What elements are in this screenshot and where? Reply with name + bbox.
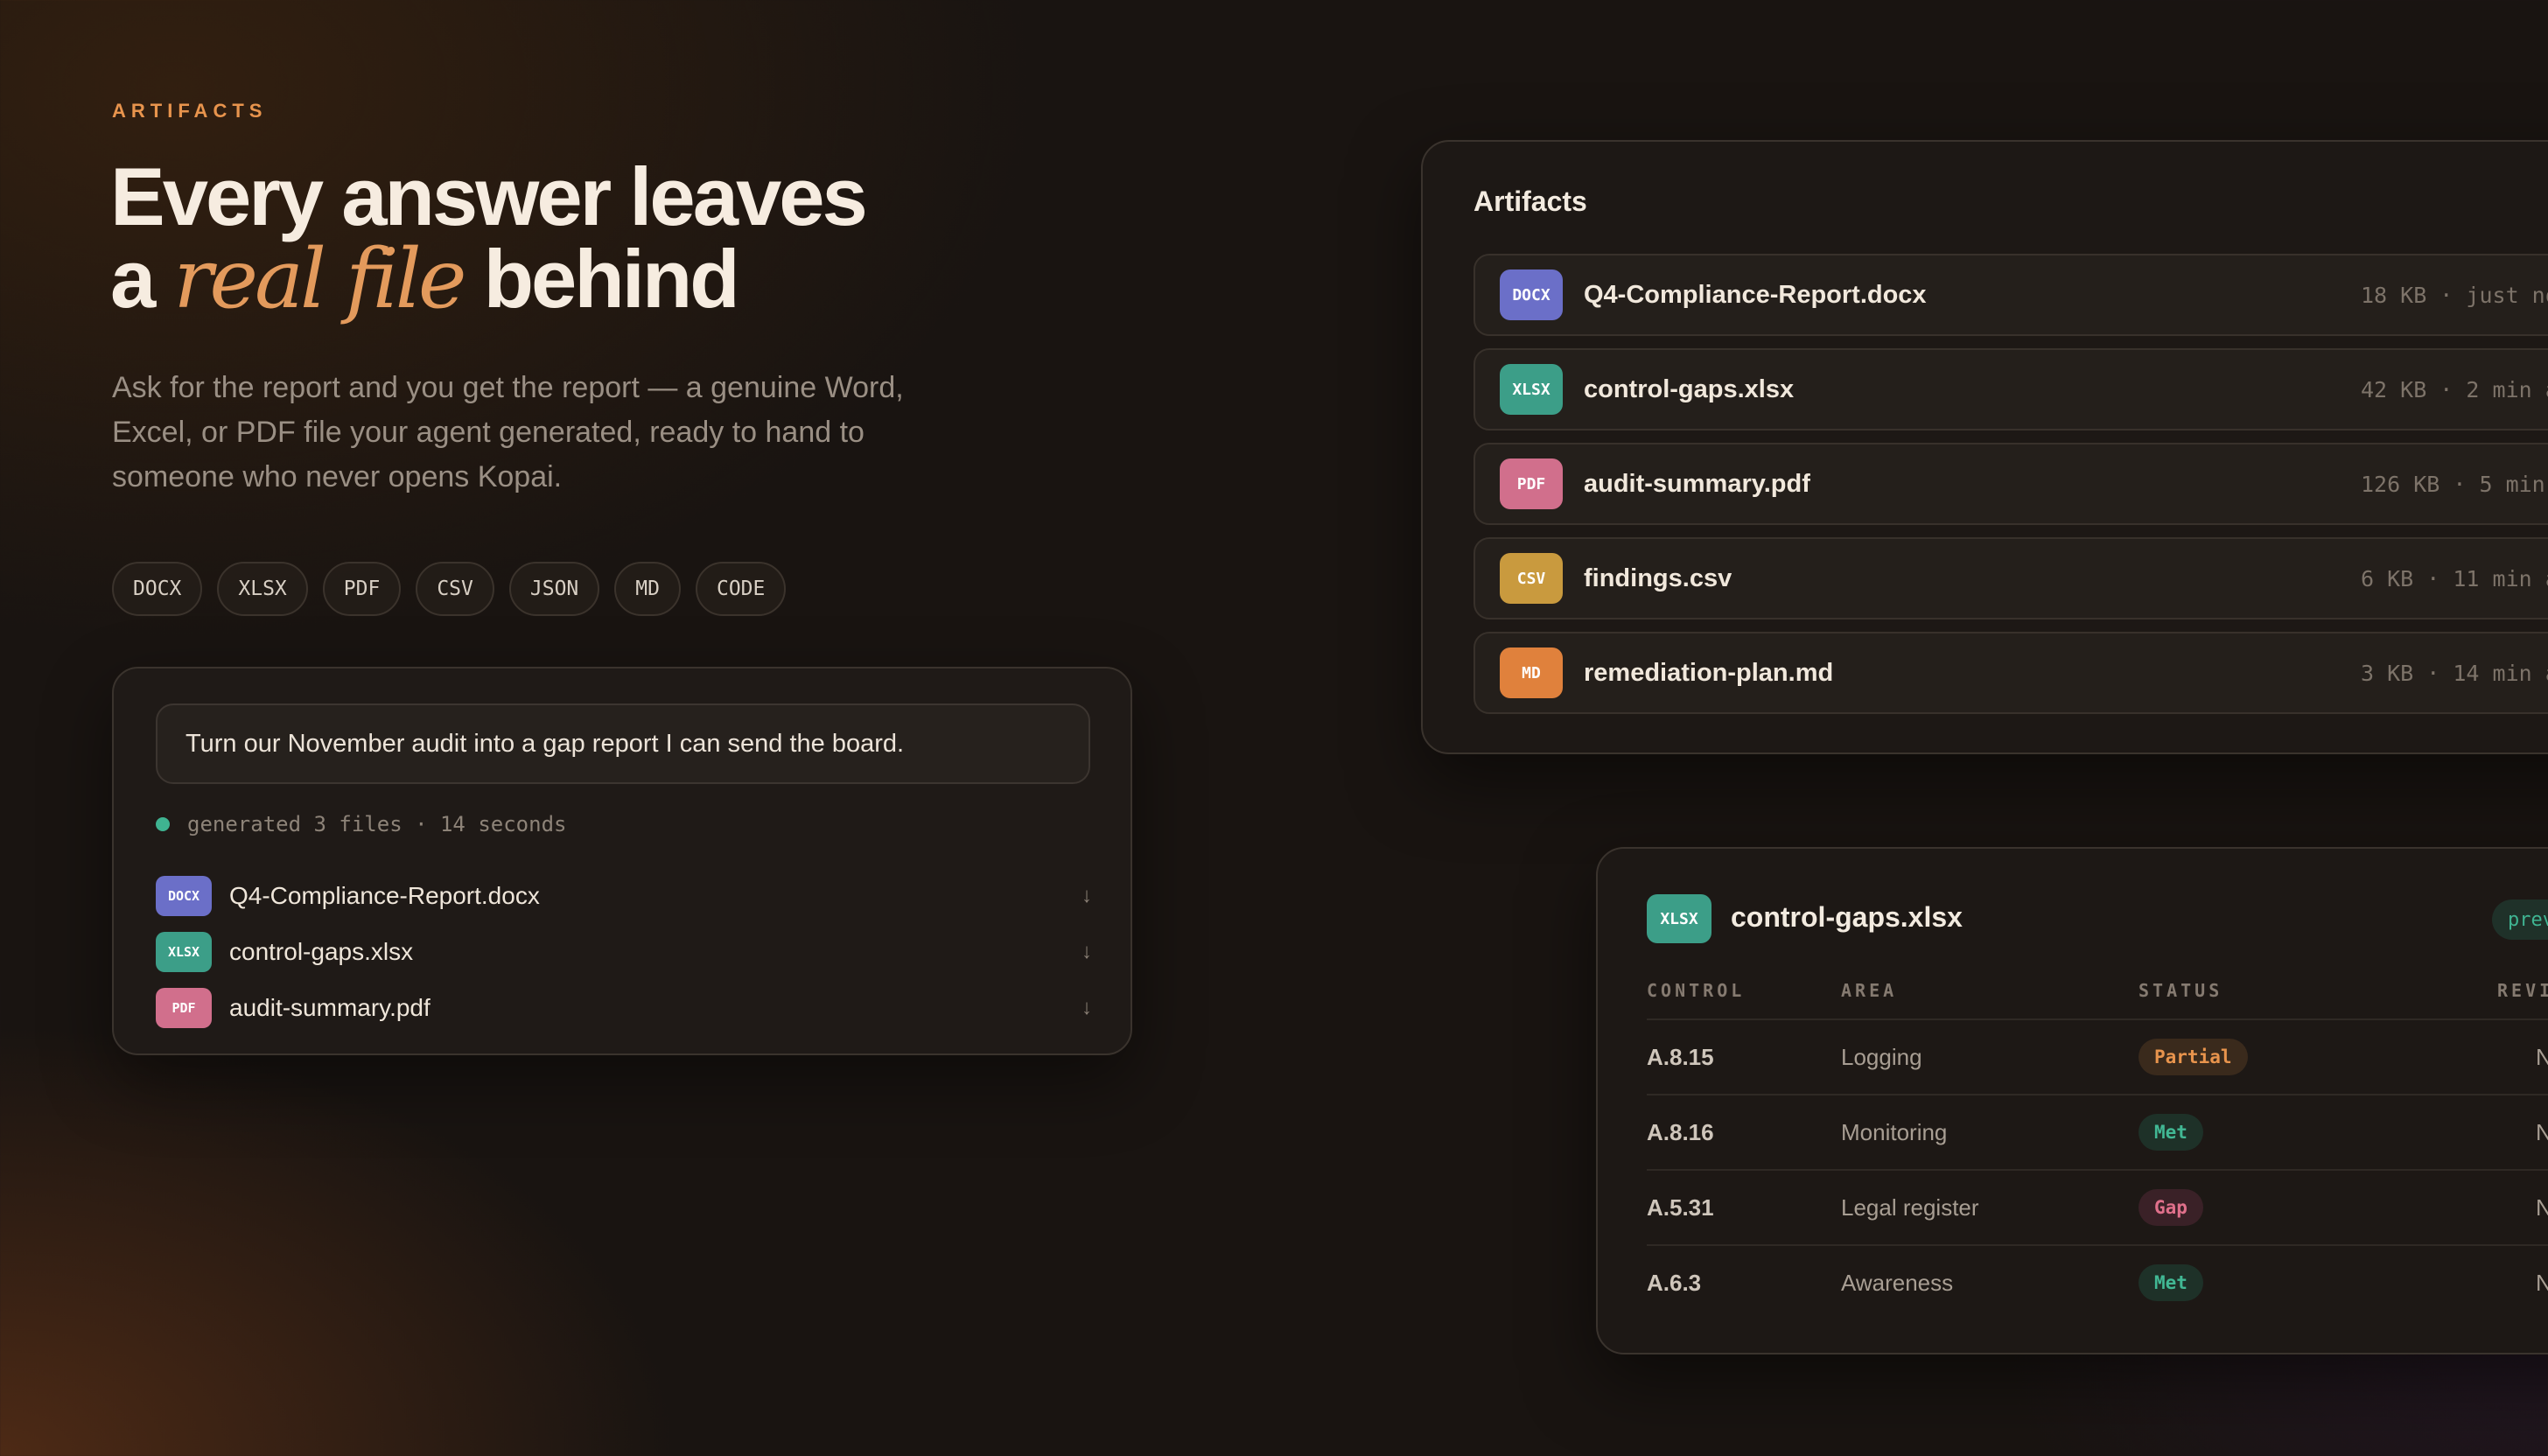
- xlsx-file-icon: XLSX: [1647, 894, 1712, 943]
- status-cell: Met: [2138, 1096, 2203, 1169]
- xlsx-file-icon: XLSX: [1500, 364, 1563, 415]
- artifact-row[interactable]: PDF audit-summary.pdf 126 KB · 5 min ag: [1474, 443, 2548, 525]
- chat-prompt-bubble: Turn our November audit into a gap repor…: [156, 704, 1090, 784]
- artifact-row[interactable]: CSV findings.csv 6 KB · 11 min ag: [1474, 537, 2548, 620]
- artifact-name: control-gaps.xlsx: [1584, 374, 1795, 403]
- spreadsheet-preview-card: XLSX control-gaps.xlsx prev CONTROL AREA…: [1596, 847, 2548, 1354]
- download-icon[interactable]: ↓: [1066, 996, 1092, 1020]
- format-chip-csv[interactable]: CSV: [416, 562, 494, 616]
- pdf-file-icon: PDF: [1500, 458, 1563, 509]
- download-icon[interactable]: ↓: [1066, 884, 1092, 908]
- preview-table-body: A.8.15 Logging Partial N A.8.16 Monitori…: [1647, 1018, 2548, 1320]
- lede-paragraph: Ask for the report and you get the repor…: [112, 371, 904, 494]
- review-cell: N: [2536, 1171, 2548, 1244]
- table-row[interactable]: A.6.3 Awareness Met N: [1647, 1244, 2548, 1320]
- status-dot-icon: [156, 817, 170, 831]
- file-name: audit-summary.pdf: [229, 994, 430, 1021]
- artifact-row[interactable]: MD remediation-plan.md 3 KB · 14 min ag: [1474, 632, 2548, 714]
- list-item[interactable]: XLSX control-gaps.xlsx ↓: [156, 924, 1092, 980]
- control-cell: A.8.15: [1647, 1043, 1714, 1070]
- headline-accent: real file: [173, 232, 466, 327]
- csv-file-icon: CSV: [1500, 553, 1563, 604]
- artifact-meta: 3 KB · 14 min ag: [2361, 660, 2548, 686]
- artifacts-list: DOCX Q4-Compliance-Report.docx 18 KB · j…: [1474, 254, 2548, 726]
- format-chip-xlsx[interactable]: XLSX: [217, 562, 308, 616]
- eyebrow-label: ARTIFACTS: [112, 100, 268, 122]
- docx-file-icon: DOCX: [156, 876, 212, 916]
- generated-file-list: DOCX Q4-Compliance-Report.docx ↓ XLSX co…: [156, 868, 1092, 1036]
- format-chip-pdf[interactable]: PDF: [322, 562, 402, 616]
- headline-end: behind: [483, 233, 740, 325]
- status-badge: Met: [2138, 1264, 2203, 1301]
- artifact-row[interactable]: DOCX Q4-Compliance-Report.docx 18 KB · j…: [1474, 254, 2548, 336]
- column-header-area: AREA: [1841, 980, 1898, 1001]
- review-cell: N: [2536, 1096, 2548, 1169]
- column-header-review: REVI: [2497, 980, 2548, 1001]
- review-cell: N: [2536, 1246, 2548, 1320]
- area-cell: Logging: [1841, 1043, 1922, 1070]
- generation-status: generated 3 files · 14 seconds: [156, 812, 566, 836]
- table-row[interactable]: A.8.16 Monitoring Met N: [1647, 1094, 2548, 1169]
- page-headline: Every answer leaves a real file behind: [110, 156, 868, 321]
- list-item[interactable]: PDF audit-summary.pdf ↓: [156, 980, 1092, 1036]
- artifact-name: findings.csv: [1584, 564, 1732, 592]
- artifact-row[interactable]: XLSX control-gaps.xlsx 42 KB · 2 min ag: [1474, 348, 2548, 430]
- area-cell: Monitoring: [1841, 1118, 1948, 1145]
- headline-a: a: [110, 233, 156, 325]
- artifact-meta: 18 KB · just no: [2361, 282, 2548, 308]
- artifact-meta: 6 KB · 11 min ag: [2361, 565, 2548, 592]
- artifact-name: audit-summary.pdf: [1584, 469, 1810, 498]
- status-cell: Gap: [2138, 1171, 2203, 1244]
- artifact-name: remediation-plan.md: [1584, 658, 1834, 687]
- chat-card: Turn our November audit into a gap repor…: [112, 667, 1132, 1055]
- xlsx-file-icon: XLSX: [156, 932, 212, 972]
- file-name: Q4-Compliance-Report.docx: [229, 882, 540, 909]
- status-cell: Partial: [2138, 1020, 2248, 1094]
- artifact-meta: 126 KB · 5 min ag: [2361, 471, 2548, 497]
- pdf-file-icon: PDF: [156, 988, 212, 1028]
- area-cell: Awareness: [1841, 1269, 1954, 1296]
- list-item[interactable]: DOCX Q4-Compliance-Report.docx ↓: [156, 868, 1092, 924]
- review-cell: N: [2536, 1020, 2548, 1094]
- artifact-meta: 42 KB · 2 min ag: [2361, 376, 2548, 402]
- column-header-control: CONTROL: [1647, 980, 1746, 1001]
- format-chip-docx[interactable]: DOCX: [112, 562, 203, 616]
- chat-prompt-text: Turn our November audit into a gap repor…: [186, 729, 905, 758]
- status-badge: Met: [2138, 1114, 2203, 1151]
- artifacts-panel: Artifacts DOCX Q4-Compliance-Report.docx…: [1421, 140, 2548, 754]
- format-chip-code[interactable]: CODE: [695, 562, 787, 616]
- artifacts-title: Artifacts: [1474, 186, 1587, 217]
- format-chip-md[interactable]: MD: [614, 562, 681, 616]
- file-name: control-gaps.xlsx: [229, 938, 414, 965]
- format-chips: DOCX XLSX PDF CSV JSON MD CODE: [112, 562, 787, 616]
- column-header-status: STATUS: [2138, 980, 2223, 1001]
- status-cell: Met: [2138, 1246, 2203, 1320]
- preview-title: control-gaps.xlsx: [1731, 901, 1963, 933]
- status-badge: Gap: [2138, 1189, 2203, 1226]
- preview-pill[interactable]: prev: [2492, 900, 2548, 940]
- control-cell: A.5.31: [1647, 1194, 1714, 1221]
- table-row[interactable]: A.5.31 Legal register Gap N: [1647, 1169, 2548, 1244]
- artifact-name: Q4-Compliance-Report.docx: [1584, 280, 1927, 309]
- status-badge: Partial: [2138, 1039, 2248, 1075]
- docx-file-icon: DOCX: [1500, 270, 1563, 320]
- headline-line-1: Every answer leaves: [110, 150, 868, 242]
- generation-status-text: generated 3 files · 14 seconds: [187, 812, 567, 836]
- md-file-icon: MD: [1500, 648, 1563, 698]
- download-icon[interactable]: ↓: [1066, 940, 1092, 964]
- area-cell: Legal register: [1841, 1194, 1979, 1221]
- format-chip-json[interactable]: JSON: [508, 562, 600, 616]
- control-cell: A.8.16: [1647, 1118, 1714, 1145]
- table-row[interactable]: A.8.15 Logging Partial N: [1647, 1018, 2548, 1094]
- control-cell: A.6.3: [1647, 1269, 1702, 1296]
